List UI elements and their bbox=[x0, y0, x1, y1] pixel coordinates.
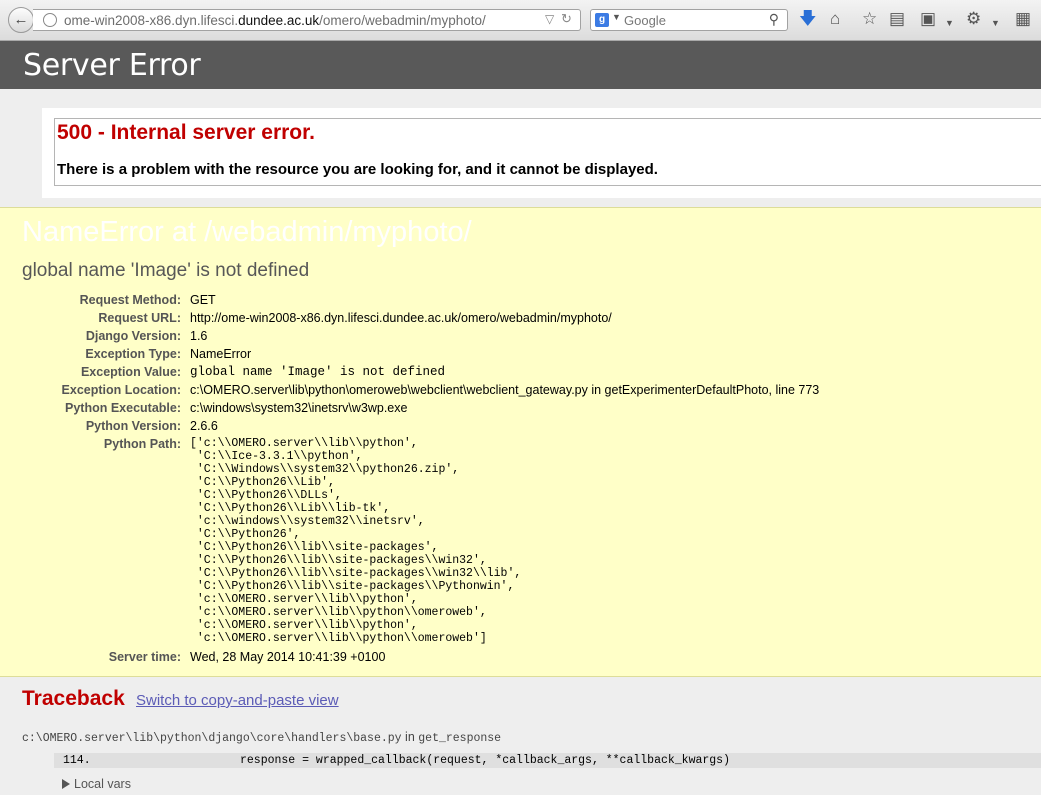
meta-label: Server time: bbox=[108, 650, 181, 664]
python-path-entry: 'c:\\OMERO.server\\lib\\python', bbox=[190, 619, 418, 632]
traceback-heading: Traceback bbox=[22, 687, 125, 710]
meta-row-django-version: Django Version: 1.6 bbox=[0, 329, 819, 347]
bookmark-star-outline-icon[interactable]: ▽ bbox=[545, 12, 554, 26]
meta-label: Python Executable: bbox=[65, 401, 181, 415]
search-icon[interactable]: ⚲ bbox=[769, 11, 779, 28]
google-logo-icon[interactable]: g bbox=[595, 13, 609, 27]
meta-label: Python Version: bbox=[85, 419, 181, 433]
python-path-entry: ['c:\\OMERO.server\\lib\\python', bbox=[190, 437, 418, 450]
address-bar[interactable]: ome-win2008-x86.dyn.lifesci.dundee.ac.uk… bbox=[33, 9, 581, 31]
page-title: Server Error bbox=[23, 48, 201, 83]
python-path-entry: 'C:\\Python26', bbox=[190, 528, 301, 541]
meta-row-python-version: Python Version: 2.6.6 bbox=[0, 419, 819, 437]
line-number: 114. bbox=[63, 754, 91, 767]
download-icon[interactable]: 🡇 bbox=[799, 9, 816, 29]
meta-value: Wed, 28 May 2014 10:41:39 +0100 bbox=[190, 650, 386, 664]
python-path-entry: 'C:\\Python26\\lib\\site-packages', bbox=[190, 541, 439, 554]
meta-label: Python Path: bbox=[103, 437, 181, 451]
python-path-entry: 'c:\\OMERO.server\\lib\\python\\omeroweb… bbox=[190, 632, 487, 645]
python-path-entry: 'c:\\OMERO.server\\lib\\python', bbox=[190, 593, 418, 606]
exception-subtitle: global name 'Image' is not defined bbox=[22, 260, 310, 281]
error-heading: 500 - Internal server error. bbox=[57, 121, 315, 144]
meta-row-server-time: Server time: Wed, 28 May 2014 10:41:39 +… bbox=[0, 648, 819, 668]
traceback-section: Traceback Switch to copy-and-paste view … bbox=[0, 677, 1041, 795]
meta-row-python-path: Python Path: ['c:\\OMERO.server\\lib\\py… bbox=[0, 437, 819, 648]
search-engine-dropdown-icon[interactable]: ▼ bbox=[612, 12, 621, 22]
meta-row-python-executable: Python Executable: c:\windows\system32\i… bbox=[0, 401, 819, 419]
home-icon[interactable]: ⌂ bbox=[830, 9, 840, 29]
traceback-frame-file: c:\OMERO.server\lib\python\django\core\h… bbox=[22, 730, 501, 745]
code-line: response = wrapped_callback(request, *ca… bbox=[240, 754, 730, 767]
error-message: There is a problem with the resource you… bbox=[57, 161, 658, 178]
frame-filename: c:\OMERO.server\lib\python\django\core\h… bbox=[22, 732, 402, 745]
python-path-entry: 'C:\\Python26\\DLLs', bbox=[190, 489, 342, 502]
meta-label: Exception Type: bbox=[85, 347, 181, 361]
error-content: 500 - Internal server error. There is a … bbox=[54, 118, 1041, 186]
meta-value: ['c:\\OMERO.server\\lib\\python', 'C:\\I… bbox=[190, 437, 819, 648]
reload-icon[interactable]: ↻ bbox=[561, 11, 572, 27]
pocket-icon[interactable]: ▣ bbox=[920, 9, 936, 29]
python-path-entry: 'C:\\Python26\\lib\\site-packages\\win32… bbox=[190, 567, 522, 580]
request-meta-table: Request Method: GET Request URL: http://… bbox=[0, 293, 820, 668]
meta-label: Request Method: bbox=[79, 293, 181, 307]
local-vars-toggle[interactable]: Local vars bbox=[62, 777, 131, 791]
meta-value: GET bbox=[190, 293, 216, 307]
frame-function: get_response bbox=[418, 732, 502, 745]
extension-dropdown-icon[interactable]: ▼ bbox=[991, 13, 1000, 33]
search-placeholder[interactable]: Google bbox=[624, 13, 666, 28]
meta-row-request-url: Request URL: http://ome-win2008-x86.dyn.… bbox=[0, 311, 819, 329]
search-box[interactable]: g ▼ Google ⚲ bbox=[590, 9, 788, 31]
menu-icon[interactable]: ▦ bbox=[1015, 9, 1031, 29]
meta-value: 1.6 bbox=[190, 329, 208, 343]
python-path-entry: 'c:\\windows\\system32\\inetsrv', bbox=[190, 515, 425, 528]
copy-paste-view-link[interactable]: Switch to copy-and-paste view bbox=[136, 692, 339, 709]
exception-summary: NameError at /webadmin/myphoto/ global n… bbox=[0, 207, 1041, 677]
meta-value: c:\OMERO.server\lib\python\omeroweb\webc… bbox=[190, 383, 820, 397]
meta-label: Request URL: bbox=[98, 311, 181, 325]
meta-row-exception-value: Exception Value: global name 'Image' is … bbox=[0, 365, 819, 383]
meta-value: NameError bbox=[190, 347, 252, 361]
meta-label: Django Version: bbox=[85, 329, 181, 343]
meta-row-request-method: Request Method: GET bbox=[0, 293, 819, 311]
meta-row-exception-type: Exception Type: NameError bbox=[0, 347, 819, 365]
traceback-context-line[interactable]: 114. response = wrapped_callback(request… bbox=[54, 753, 1041, 768]
local-vars-label: Local vars bbox=[74, 777, 131, 791]
meta-label: Exception Value: bbox=[80, 365, 181, 379]
python-path-entry: 'C:\\Ice-3.3.1\\python', bbox=[190, 450, 363, 463]
globe-icon bbox=[43, 13, 57, 27]
meta-label: Exception Location: bbox=[61, 383, 181, 397]
back-arrow-icon[interactable]: ← bbox=[8, 7, 34, 33]
page-header: Server Error bbox=[0, 41, 1041, 89]
python-path-entry: 'C:\\Python26\\Lib\\lib-tk', bbox=[190, 502, 391, 515]
meta-value: c:\windows\system32\inetsrv\w3wp.exe bbox=[190, 401, 408, 415]
disclosure-triangle-icon bbox=[62, 779, 70, 789]
meta-value: 2.6.6 bbox=[190, 419, 218, 433]
meta-value: global name 'Image' is not defined bbox=[190, 365, 446, 379]
python-path-entry: 'C:\\Python26\\lib\\site-packages\\win32… bbox=[190, 554, 487, 567]
exception-title: NameError at /webadmin/myphoto/ bbox=[22, 216, 472, 248]
python-path-entry: 'C:\\Windows\\system32\\python26.zip', bbox=[190, 463, 460, 476]
meta-value: http://ome-win2008-x86.dyn.lifesci.dunde… bbox=[190, 311, 612, 325]
pocket-dropdown-icon[interactable]: ▼ bbox=[945, 13, 954, 33]
frame-in-label: in bbox=[405, 730, 415, 744]
python-path-entry: 'C:\\Python26\\Lib', bbox=[190, 476, 335, 489]
bookmark-star-icon[interactable]: ☆ bbox=[862, 9, 877, 29]
extension-icon[interactable]: ⚙ bbox=[966, 9, 981, 29]
browser-toolbar: ← ome-win2008-x86.dyn.lifesci.dundee.ac.… bbox=[0, 0, 1041, 41]
address-url[interactable]: ome-win2008-x86.dyn.lifesci.dundee.ac.uk… bbox=[64, 13, 486, 28]
meta-row-exception-location: Exception Location: c:\OMERO.server\lib\… bbox=[0, 383, 820, 401]
python-path-entry: 'c:\\OMERO.server\\lib\\python\\omeroweb… bbox=[190, 606, 487, 619]
bookmarks-list-icon[interactable]: ▤ bbox=[889, 9, 905, 29]
python-path-entry: 'C:\\Python26\\lib\\site-packages\\Pytho… bbox=[190, 580, 515, 593]
